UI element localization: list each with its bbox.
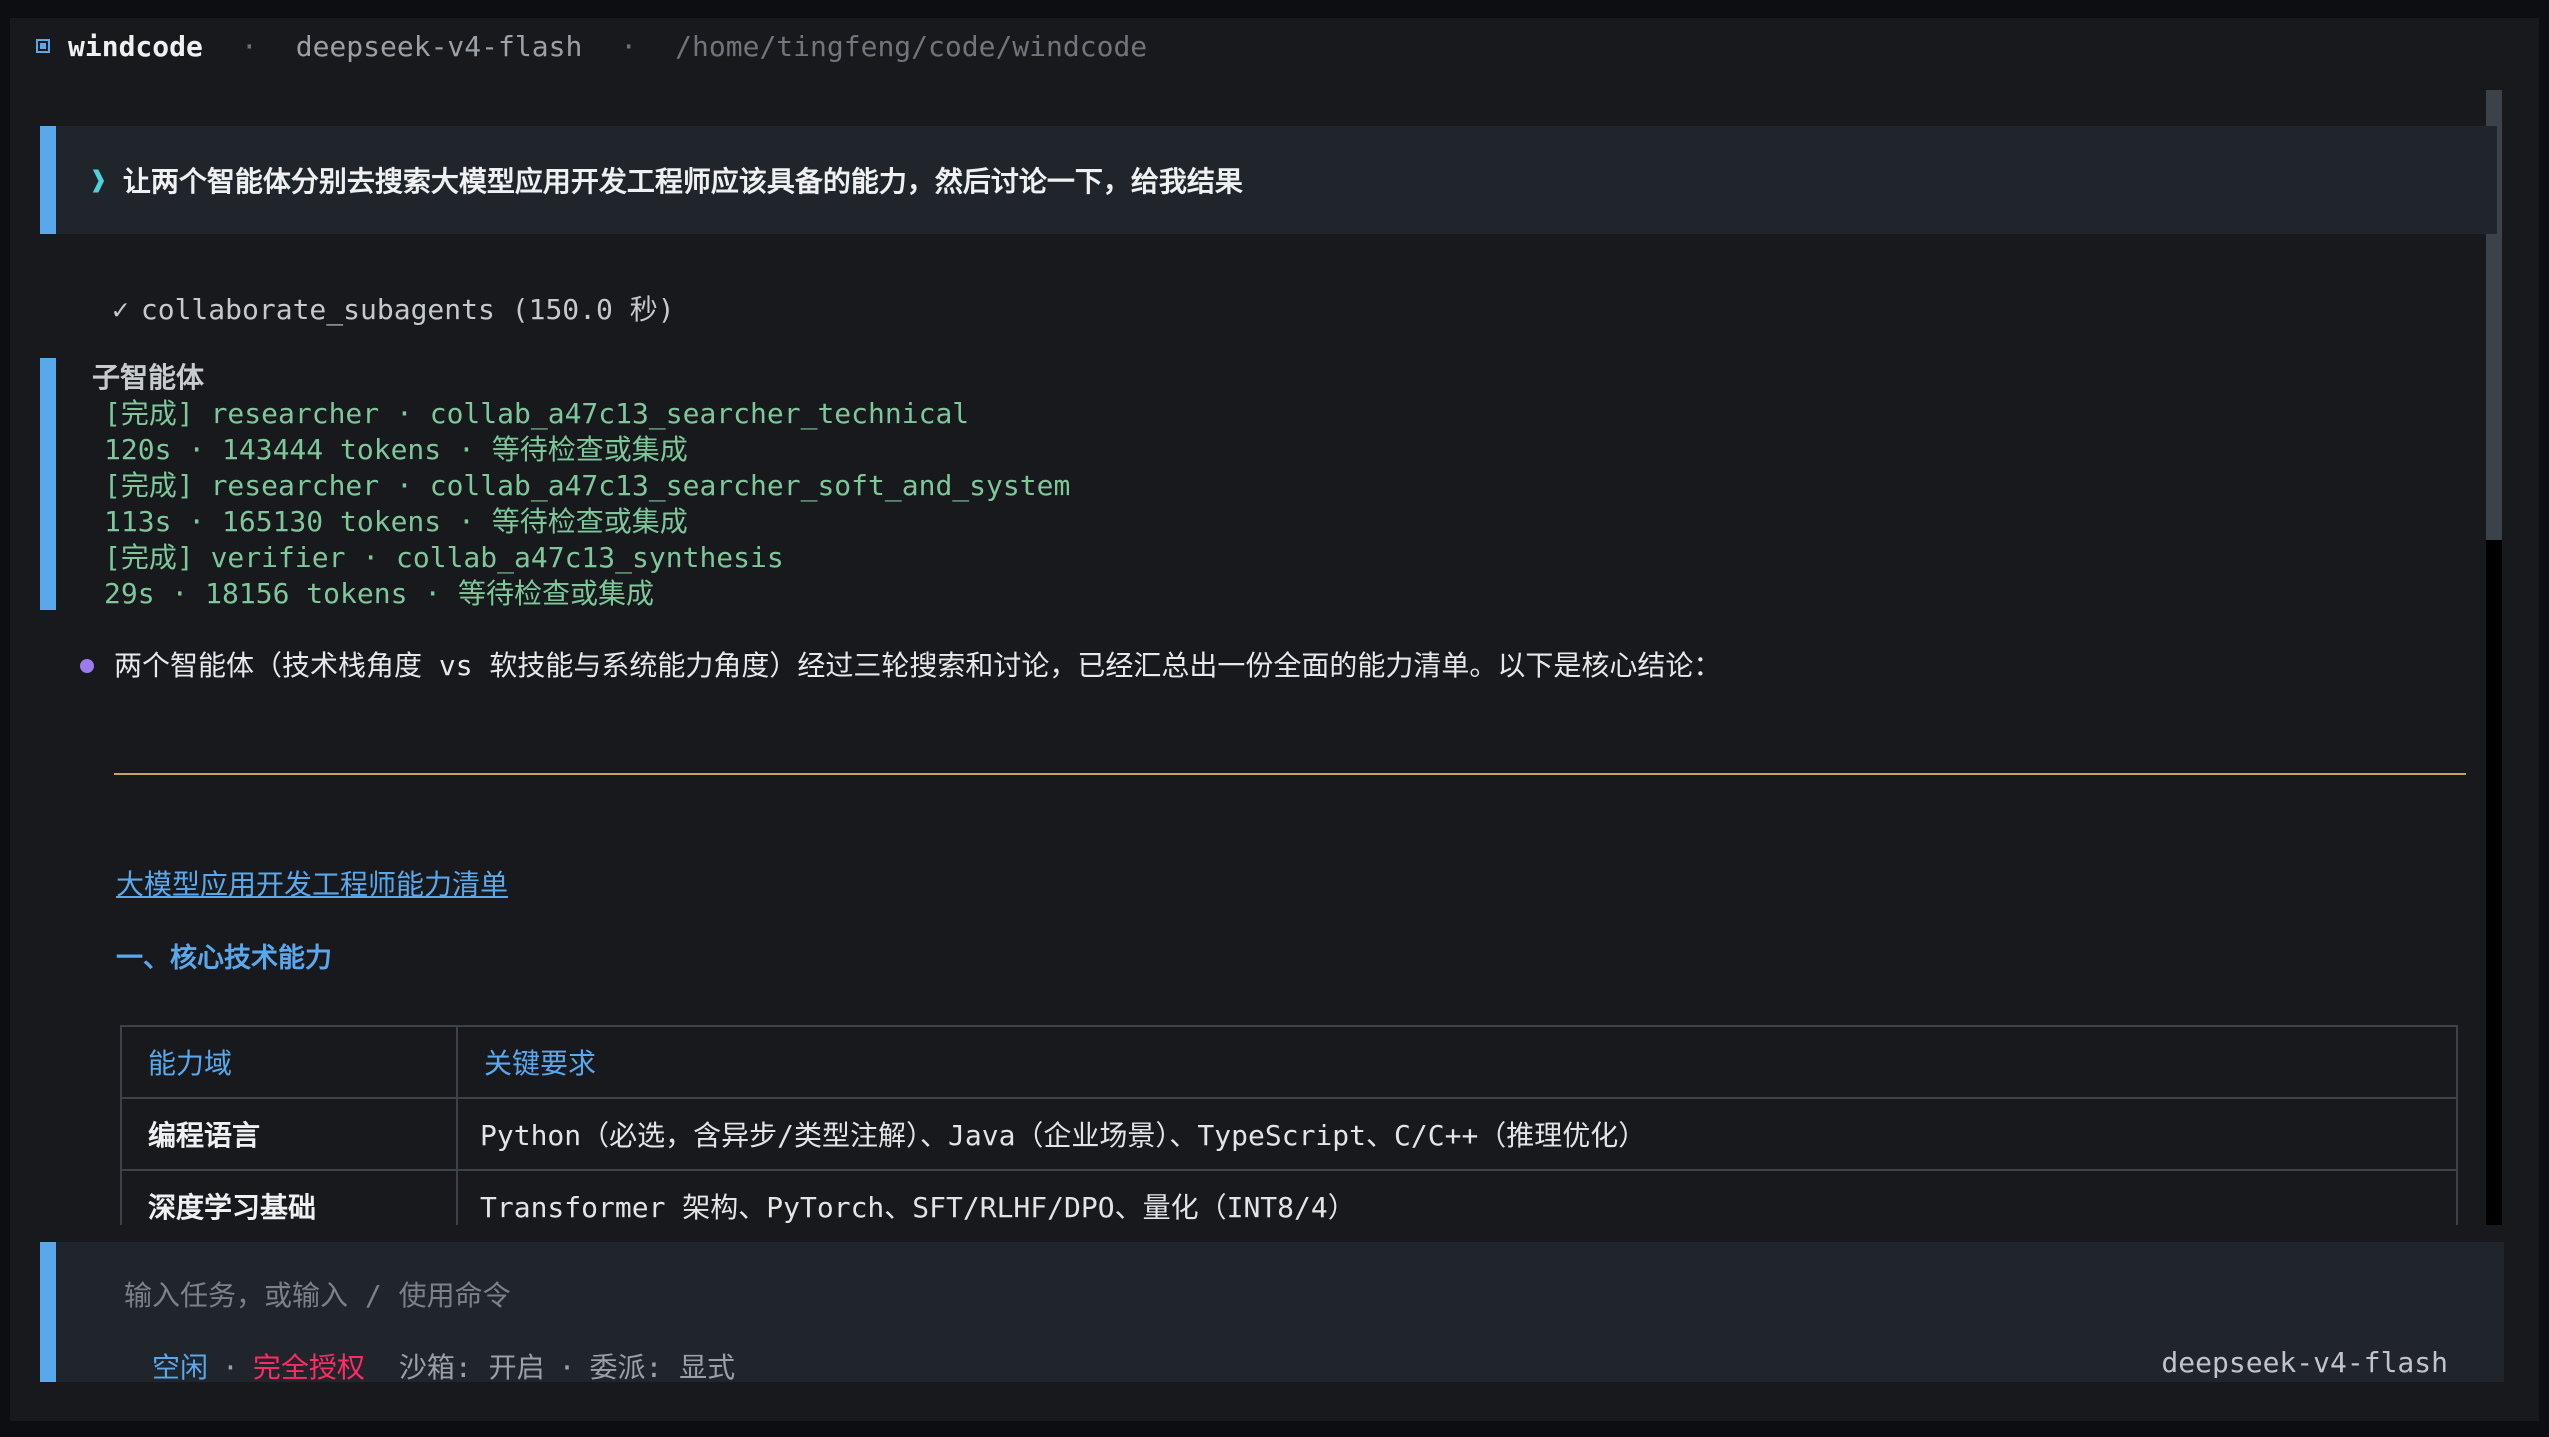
status-separator: · <box>222 1351 239 1384</box>
user-prompt: ❱ 让两个智能体分别去搜索大模型应用开发工程师应该具备的能力，然后讨论一下，给我… <box>40 126 2497 234</box>
current-model-label: deepseek-v4-flash <box>2161 1346 2448 1379</box>
model-name: deepseek-v4-flash <box>295 29 583 63</box>
app-name: windcode <box>68 29 203 63</box>
title-bar: windcode · deepseek-v4-flash · /home/tin… <box>36 18 1147 74</box>
tool-call-text: collaborate_subagents (150.0 秒) <box>140 293 675 326</box>
table-cell-requirement: Transformer 架构、PyTorch、SFT/RLHF/DPO、量化（I… <box>456 1169 2458 1225</box>
subagent-status-line: [完成] verifier · collab_a47c13_synthesis <box>104 541 784 574</box>
command-input[interactable]: 输入任务，或输入 / 使用命令 <box>124 1274 511 1314</box>
window-icon <box>36 39 50 53</box>
table-header-cell: 能力域 <box>120 1025 458 1099</box>
assistant-message: 两个智能体（技术栈角度 vs 软技能与系统能力角度）经过三轮搜索和讨论，已经汇总… <box>80 644 1721 684</box>
table-header-row: 能力域 关键要求 <box>120 1025 2458 1099</box>
status-full-permission: 完全授权 <box>252 1351 365 1384</box>
table-cell-requirement: Python（必选，含异步/类型注解）、Java（企业场景）、TypeScrip… <box>456 1097 2458 1171</box>
title-separator: · <box>240 29 258 63</box>
terminal-window: windcode · deepseek-v4-flash · /home/tin… <box>10 18 2539 1421</box>
table-header-cell: 关键要求 <box>456 1025 2458 1099</box>
status-bar: 空闲 · 完全授权 沙箱: 开启 · 委派: 显式 <box>152 1346 735 1386</box>
subagents-title: 子智能体 <box>92 361 205 394</box>
capability-table: 能力域 关键要求 编程语言 Python（必选，含异步/类型注解）、Java（企… <box>120 1025 2458 1225</box>
section-heading: 一、核心技术能力 <box>116 943 332 974</box>
table-cell-domain: 深度学习基础 <box>120 1169 458 1225</box>
subagent-status-line: [完成] researcher · collab_a47c13_searcher… <box>104 397 970 430</box>
check-icon: ✓ <box>112 293 129 326</box>
subagent-stats-line: 113s · 165130 tokens · 等待检查或集成 <box>104 505 688 538</box>
input-panel[interactable]: 输入任务，或输入 / 使用命令 空闲 · 完全授权 沙箱: 开启 · 委派: 显式 dee… <box>40 1242 2504 1384</box>
status-sandbox: 沙箱: 开启 <box>398 1351 545 1384</box>
status-separator: · <box>558 1351 576 1384</box>
subagents-panel: 子智能体 [完成] researcher · collab_a47c13_sea… <box>40 358 1240 610</box>
status-delegate: 委派: 显式 <box>589 1351 736 1384</box>
horizontal-rule <box>114 773 2466 775</box>
subagent-stats-line: 29s · 18156 tokens · 等待检查或集成 <box>104 577 655 610</box>
table-row: 编程语言 Python（必选，含异步/类型注解）、Java（企业场景）、Type… <box>120 1097 2458 1171</box>
table-row: 深度学习基础 Transformer 架构、PyTorch、SFT/RLHF/D… <box>120 1169 2458 1225</box>
tool-call-result: ✓ collaborate_subagents (150.0 秒) <box>112 288 675 328</box>
document-title-link[interactable]: 大模型应用开发工程师能力清单 <box>116 863 508 903</box>
title-separator: · <box>620 29 638 63</box>
conversation-area[interactable]: ❱ 让两个智能体分别去搜索大模型应用开发工程师应该具备的能力，然后讨论一下，给我… <box>40 126 2497 1225</box>
subagent-status-line: [完成] researcher · collab_a47c13_searcher… <box>104 469 1071 502</box>
subagent-stats-line: 120s · 143444 tokens · 等待检查或集成 <box>104 433 688 466</box>
working-directory: /home/tingfeng/code/windcode <box>675 29 1148 63</box>
user-prompt-text: 让两个智能体分别去搜索大模型应用开发工程师应该具备的能力，然后讨论一下，给我结果 <box>122 165 1243 198</box>
table-cell-domain: 编程语言 <box>120 1097 458 1171</box>
status-idle: 空闲 <box>152 1351 209 1384</box>
assistant-bullet-icon <box>80 659 94 673</box>
prompt-chevron-icon: ❱ <box>90 163 107 197</box>
assistant-message-text: 两个智能体（技术栈角度 vs 软技能与系统能力角度）经过三轮搜索和讨论，已经汇总… <box>114 649 1722 682</box>
